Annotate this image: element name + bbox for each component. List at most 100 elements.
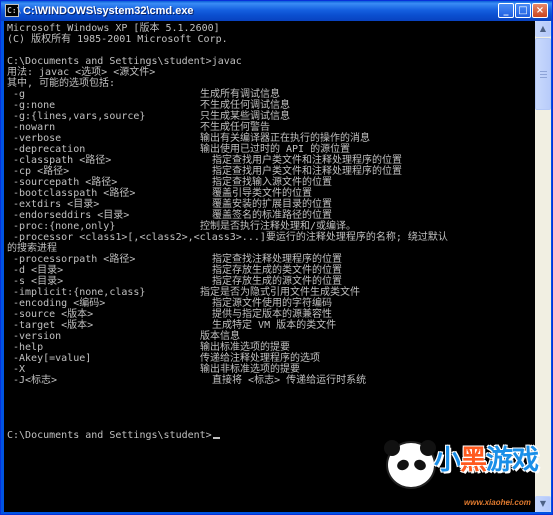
option-flag: -help	[13, 342, 44, 353]
console-line: -Akey[=value] 传递给注释处理程序的选项	[7, 353, 532, 364]
console-line: -source <版本> 提供与指定版本的源兼容性	[7, 309, 532, 320]
option-flag: -verbose	[13, 133, 62, 144]
option-description: 指定查找用户类文件和注释处理程序的位置	[200, 166, 403, 177]
title-bar[interactable]: C:\ C:\WINDOWS\system32\cmd.exe _ □ ×	[1, 1, 552, 21]
console-text: C:\Documents and Settings\student>	[7, 430, 220, 441]
option-flag: -version	[13, 331, 62, 342]
option-description: 输出使用已过时的 API 的源位置	[200, 144, 351, 155]
console-line: -bootclasspath <路径> 覆盖引导类文件的位置	[7, 188, 532, 199]
console-line: -proc:{none,only} 控制是否执行注释处理和/或编译。	[7, 221, 532, 232]
option-description: 生成所有调试信息	[200, 89, 280, 100]
arrow-up-icon: ▲	[539, 24, 547, 33]
grip-line	[540, 71, 547, 72]
panda-ear	[384, 440, 400, 456]
option-flag: -target <版本>	[13, 320, 94, 331]
option-description: 只生成某些调试信息	[200, 111, 290, 122]
option-description: 指定源文件使用的字符编码	[200, 298, 333, 309]
console-lines: Microsoft Windows XP [版本 5.1.2600] (C) 版权…	[7, 23, 532, 441]
option-description: 指定查找注释处理程序的位置	[200, 254, 343, 265]
console-text: Microsoft Windows XP [版本 5.1.2600]	[7, 23, 220, 34]
option-flag: -d <目录>	[13, 265, 64, 276]
option-description: 直接将 <标志> 传递给运行时系统	[200, 375, 367, 386]
option-description: 覆盖安装的扩展目录的位置	[200, 199, 333, 210]
option-description: 输出标准选项的提要	[200, 342, 290, 353]
option-flag: -encoding <编码>	[13, 298, 106, 309]
logo-char-1: 小	[434, 445, 461, 476]
option-flag: -extdirs <目录>	[13, 199, 100, 210]
console-line: -J<标志> 直接将 <标志> 传递给运行时系统	[7, 375, 532, 386]
option-flag: -processorpath <路径>	[13, 254, 136, 265]
option-flag: -g	[13, 89, 26, 100]
watermark-logo: 小黑游戏 www.xiaohei.com	[384, 439, 539, 513]
option-flag: -implicit:{none,class}	[13, 287, 146, 298]
cmd-icon[interactable]: C:\	[5, 4, 21, 17]
scroll-down-button[interactable]: ▼	[535, 496, 551, 512]
console-line: -sourcepath <路径> 指定查找输入源文件的位置	[7, 177, 532, 188]
option-description: 输出有关编译器正在执行的操作的消息	[200, 133, 370, 144]
console-line: -X 输出非标准选项的提要	[7, 364, 532, 375]
option-description: 不生成任何警告	[200, 122, 270, 133]
console-line: 用法: javac <选项> <源文件>	[7, 67, 532, 78]
console-line: C:\Documents and Settings\student>javac	[7, 56, 532, 67]
console-text: 用法: javac <选项> <源文件>	[7, 67, 156, 78]
grip-line	[540, 77, 547, 78]
option-description: 生成特定 VM 版本的类文件	[200, 320, 337, 331]
console-line: -encoding <编码> 指定源文件使用的字符编码	[7, 298, 532, 309]
watermark-url: www.xiaohei.com	[464, 498, 531, 507]
console-line: -s <目录> 指定存放生成的源文件的位置	[7, 276, 532, 287]
logo-char-3: 游戏	[486, 445, 539, 476]
console-text: (C) 版权所有 1985-2001 Microsoft Corp.	[7, 34, 228, 45]
option-flag: -X	[13, 364, 26, 375]
option-description: 指定存放生成的类文件的位置	[200, 265, 343, 276]
option-flag: -classpath <路径>	[13, 155, 112, 166]
scroll-thumb[interactable]	[535, 38, 551, 110]
console-line: -classpath <路径> 指定查找用户类文件和注释处理程序的位置	[7, 155, 532, 166]
console-line: 其中, 可能的选项包括:	[7, 78, 532, 89]
console-line: -processorpath <路径> 指定查找注释处理程序的位置	[7, 254, 532, 265]
console-line: 的搜索进程	[7, 243, 532, 254]
option-description: 输出非标准选项的提要	[200, 364, 300, 375]
console-text: 其中, 可能的选项包括:	[7, 78, 116, 89]
option-flag: -nowarn	[13, 122, 56, 133]
close-button[interactable]: ×	[532, 3, 548, 18]
option-description: 指定存放生成的源文件的位置	[200, 276, 343, 287]
scroll-up-button[interactable]: ▲	[535, 21, 551, 37]
option-flag: -bootclasspath <路径>	[13, 188, 136, 199]
option-description: 不生成任何调试信息	[200, 100, 290, 111]
panda-logo-icon	[384, 440, 436, 489]
console-line: -verbose 输出有关编译器正在执行的操作的消息	[7, 133, 532, 144]
console-line: -deprecation 输出使用已过时的 API 的源位置	[7, 144, 532, 155]
option-description: 指定是否为隐式引用文件生成类文件	[200, 287, 360, 298]
console-line: -g:none 不生成任何调试信息	[7, 100, 532, 111]
option-flag: -s <目录>	[13, 276, 64, 287]
option-flag: -cp <路径>	[13, 166, 70, 177]
vertical-scrollbar[interactable]: ▲ ▼	[535, 21, 551, 512]
console-line: -d <目录> 指定存放生成的类文件的位置	[7, 265, 532, 276]
minimize-button[interactable]: _	[498, 3, 514, 18]
console-line: -implicit:{none,class} 指定是否为隐式引用文件生成类文件	[7, 287, 532, 298]
option-flag: -deprecation	[13, 144, 86, 155]
arrow-down-icon: ▼	[539, 499, 547, 508]
console-line: -cp <路径> 指定查找用户类文件和注释处理程序的位置	[7, 166, 532, 177]
option-flag: -J<标志>	[13, 375, 58, 386]
option-flag: -source <版本>	[13, 309, 94, 320]
text-cursor	[212, 437, 220, 439]
panda-eye	[395, 457, 411, 473]
panda-eye	[412, 457, 428, 473]
console-line: -nowarn 不生成任何警告	[7, 122, 532, 133]
console-line: -target <版本> 生成特定 VM 版本的类文件	[7, 320, 532, 331]
maximize-button[interactable]: □	[515, 3, 531, 18]
console-line: -g:{lines,vars,source} 只生成某些调试信息	[7, 111, 532, 122]
console-line: Microsoft Windows XP [版本 5.1.2600]	[7, 23, 532, 34]
option-description: 传递给注释处理程序的选项	[200, 353, 320, 364]
option-description: 指定查找用户类文件和注释处理程序的位置	[200, 155, 403, 166]
grip-line	[540, 74, 547, 75]
logo-char-2: 黑	[460, 445, 487, 476]
console-line: (C) 版权所有 1985-2001 Microsoft Corp.	[7, 34, 532, 45]
console-line: -endorseddirs <目录> 覆盖签名的标准路径的位置	[7, 210, 532, 221]
console-line: -g 生成所有调试信息	[7, 89, 532, 100]
